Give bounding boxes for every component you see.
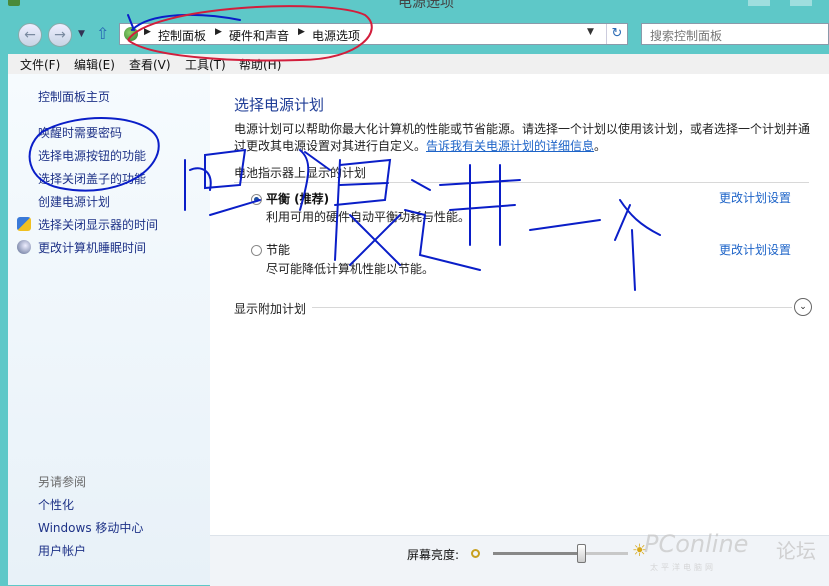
brightness-label: 屏幕亮度: [407, 548, 460, 562]
control-panel-icon [124, 27, 138, 41]
menu-view[interactable]: 查看(V) [129, 56, 171, 73]
menu-bar: 文件(F) 编辑(E) 查看(V) 工具(T) 帮助(H) [8, 54, 829, 75]
minimize-button[interactable] [748, 0, 770, 6]
sidebar-item-sleep[interactable]: 更改计算机睡眠时间 [38, 239, 146, 256]
up-arrow-icon[interactable]: ⇧ [96, 24, 109, 43]
forward-arrow-icon: → [54, 27, 66, 43]
menu-edit[interactable]: 编辑(E) [74, 56, 115, 73]
brightness-slider-thumb[interactable] [576, 544, 586, 563]
sidebar-item-create-plan[interactable]: 创建电源计划 [38, 193, 110, 210]
search-placeholder: 搜索控制面板 [650, 29, 723, 43]
battery-plans-heading: 电池指示器上显示的计划 [234, 166, 367, 180]
watermark-subtitle: 太平洋电脑网 [650, 563, 716, 572]
page-description: 电源计划可以帮助你最大化计算机的性能或节省能源。请选择一个计划以使用该计划，或者… [234, 121, 819, 155]
window-title: 电源选项 [398, 0, 454, 11]
breadcrumb-separator-icon[interactable]: ▶ [144, 27, 151, 37]
content-area: 控制面板主页 唤醒时需要密码 选择电源按钮的功能 选择关闭盖子的功能 创建电源计… [8, 74, 829, 586]
breadcrumb-power-options[interactable]: 电源选项 [312, 27, 360, 44]
title-bar: 电源选项 [0, 0, 829, 16]
search-input[interactable]: 搜索控制面板 [641, 23, 829, 45]
plan-desc-balanced: 利用可用的硬件自动平衡功耗与性能。 [266, 210, 471, 224]
address-dropdown-icon[interactable]: ▼ [587, 27, 594, 37]
plan-name-balanced[interactable]: 平衡 (推荐) [266, 190, 329, 207]
breadcrumb-separator-icon[interactable]: ▶ [298, 27, 305, 37]
control-panel-icon [8, 0, 20, 6]
forward-button[interactable]: → [48, 23, 72, 47]
navigation-bar: ← → ▼ ⇧ ▶ 控制面板 ▶ 硬件和声音 ▶ 电源选项 ▼ ↻ 搜索控制面板 [0, 16, 829, 54]
plan-desc-power-saver: 尽可能降低计算机性能以节能。 [266, 262, 435, 276]
breadcrumb-hardware-sound[interactable]: 硬件和声音 [229, 27, 289, 44]
brightness-slider[interactable] [493, 544, 628, 563]
brightness-slider-fill [493, 552, 581, 555]
sidebar-item-personalization[interactable]: 个性化 [38, 496, 74, 513]
menu-help[interactable]: 帮助(H) [239, 56, 281, 73]
dim-sun-icon [471, 549, 480, 558]
sidebar-item-user-accounts[interactable]: 用户帐户 [38, 542, 86, 559]
page-title: 选择电源计划 [234, 96, 325, 114]
back-button[interactable]: ← [18, 23, 42, 47]
sidebar: 控制面板主页 唤醒时需要密码 选择电源按钮的功能 选择关闭盖子的功能 创建电源计… [8, 74, 211, 585]
sidebar-item-home[interactable]: 控制面板主页 [38, 88, 110, 105]
maximize-button[interactable] [790, 0, 812, 6]
chevron-down-icon[interactable]: ⌄ [794, 298, 812, 316]
main-panel: 选择电源计划 电源计划可以帮助你最大化计算机的性能或节省能源。请选择一个计划以使… [210, 74, 829, 544]
watermark-forum: 论坛 [776, 539, 816, 563]
watermark-logo: PConline [644, 530, 749, 558]
plan-radio-balanced[interactable] [251, 194, 262, 205]
change-plan-settings-link[interactable]: 更改计划设置 [719, 241, 791, 258]
shield-icon [17, 217, 31, 231]
plan-name-power-saver[interactable]: 节能 [266, 241, 290, 258]
refresh-icon[interactable]: ↻ [606, 24, 627, 44]
sidebar-item-lid-close[interactable]: 选择关闭盖子的功能 [38, 170, 146, 187]
divider [312, 307, 792, 308]
sidebar-item-wake-password[interactable]: 唤醒时需要密码 [38, 124, 122, 141]
address-bar[interactable]: ▶ 控制面板 ▶ 硬件和声音 ▶ 电源选项 ▼ ↻ [119, 23, 628, 45]
learn-more-link[interactable]: 告诉我有关电源计划的详细信息 [426, 139, 594, 153]
description-end: 。 [594, 139, 607, 153]
menu-file[interactable]: 文件(F) [20, 56, 60, 73]
change-plan-settings-link[interactable]: 更改计划设置 [719, 189, 791, 206]
see-also-heading: 另请参阅 [38, 475, 87, 489]
sidebar-item-power-button[interactable]: 选择电源按钮的功能 [38, 147, 146, 164]
breadcrumb-separator-icon[interactable]: ▶ [215, 27, 222, 37]
menu-tools[interactable]: 工具(T) [185, 56, 226, 73]
breadcrumb-control-panel[interactable]: 控制面板 [158, 27, 206, 44]
back-arrow-icon: ← [24, 27, 36, 43]
sidebar-item-display-off[interactable]: 选择关闭显示器的时间 [38, 216, 158, 233]
history-dropdown-icon[interactable]: ▼ [78, 29, 85, 39]
moon-icon [17, 240, 31, 254]
show-additional-plans-label[interactable]: 显示附加计划 [234, 300, 306, 317]
divider [234, 182, 809, 183]
plan-radio-power-saver[interactable] [251, 245, 262, 256]
sidebar-item-mobility-center[interactable]: Windows 移动中心 [38, 519, 143, 536]
